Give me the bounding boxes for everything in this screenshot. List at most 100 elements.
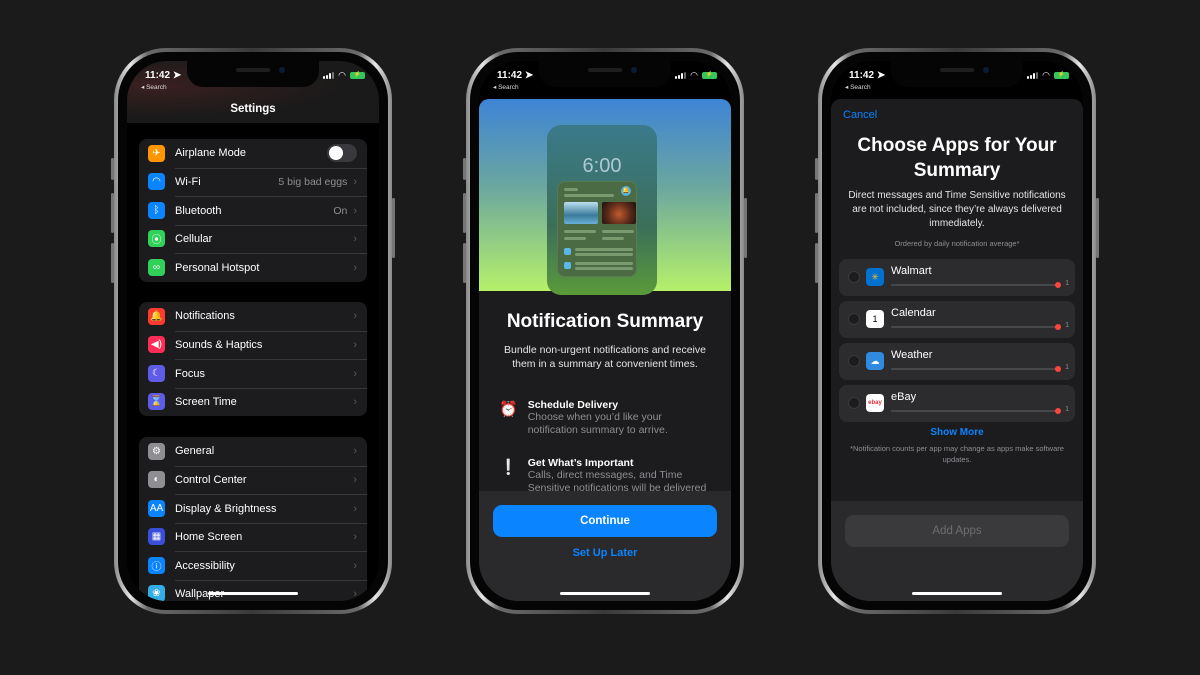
- settings-row-accessibility[interactable]: ⓘ Accessibility ›: [139, 551, 367, 580]
- notification-count: 1: [1065, 406, 1069, 413]
- settings-row-display-brightness[interactable]: AA Display & Brightness ›: [139, 494, 367, 523]
- bluetooth-icon: ᛒ: [148, 201, 165, 219]
- settings-row-value: On: [333, 204, 348, 217]
- hotspot-icon: ∞: [148, 258, 165, 276]
- feature-description: Choose when you’d like your notification…: [527, 411, 668, 436]
- location-icon: ➤: [524, 70, 534, 81]
- wifi-status-icon: ◠: [338, 70, 346, 80]
- count-dot: [1055, 366, 1061, 372]
- settings-row-sounds-haptics[interactable]: ◀) Sounds & Haptics ›: [139, 330, 367, 360]
- settings-row-airplane-mode[interactable]: ✈ Airplane Mode: [139, 139, 367, 168]
- phone-settings: Settings 11:42 ➤ ◂ Search ◠ ⚡ ✈ Airplane …: [111, 48, 395, 614]
- select-radio[interactable]: [848, 355, 860, 367]
- settings-row-label: Home Screen: [175, 531, 243, 544]
- action-area: Continue Set Up Later: [479, 491, 731, 601]
- stage: Settings 11:42 ➤ ◂ Search ◠ ⚡ ✈ Airplane …: [0, 0, 1200, 675]
- notification-summary-sheet: 6:00 🔔 Notification Summary Bundle non-u…: [479, 99, 731, 601]
- signal-icon: [675, 72, 687, 79]
- settings-row-control-center[interactable]: ◐ Control Center ›: [139, 465, 367, 495]
- phone-choose-apps: 11:42 ➤ ◂ Search ◠ ⚡ Cancel Choose Apps …: [815, 48, 1099, 614]
- settings-group-general: ⚙ General › ◐ Control Center › AA Display & Bri…: [139, 437, 367, 601]
- landscape-thumbnail: [564, 202, 598, 224]
- settings-row-focus[interactable]: ☾ Focus ›: [139, 359, 367, 388]
- control-center-icon: ◐: [148, 471, 165, 489]
- settings-row-label: Display & Brightness: [175, 502, 277, 515]
- settings-row-label: Focus: [175, 367, 205, 380]
- settings-row-label: Bluetooth: [175, 204, 222, 217]
- ordering-caption: Ordered by daily notification average*: [894, 239, 1020, 248]
- sheet-title: Notification Summary: [506, 311, 704, 332]
- settings-row-personal-hotspot[interactable]: ∞ Personal Hotspot ›: [139, 253, 367, 282]
- notification-count-bar: [891, 408, 1061, 414]
- chevron-right-icon: ›: [353, 396, 357, 409]
- app-row-ebay[interactable]: ebay eBay 1: [839, 385, 1075, 422]
- choose-apps-sheet: Cancel Choose Apps for Your Summary Dire…: [831, 99, 1083, 601]
- chevron-right-icon: ›: [353, 339, 357, 352]
- airplane-mode-toggle[interactable]: [327, 144, 357, 163]
- set-up-later-button[interactable]: Set Up Later: [479, 547, 731, 559]
- chevron-right-icon: ›: [353, 474, 357, 487]
- mockup-time: 6:00: [582, 155, 622, 177]
- cancel-button[interactable]: Cancel: [843, 109, 877, 121]
- settings-row-label: Wi-Fi: [175, 176, 201, 189]
- chevron-right-icon: ›: [353, 261, 357, 274]
- location-icon: ➤: [876, 70, 886, 81]
- show-more-button[interactable]: Show More: [831, 427, 1083, 438]
- app-name: Walmart: [891, 265, 932, 277]
- chevron-right-icon: ›: [353, 176, 357, 189]
- settings-group-connectivity: ✈ Airplane Mode ◠ Wi-Fi 5 big bad eggs › ᛒ Blue…: [139, 139, 367, 282]
- calendar-icon: 1: [866, 310, 884, 328]
- home-indicator[interactable]: [208, 592, 298, 595]
- home-indicator[interactable]: [912, 592, 1002, 595]
- settings-row-wallpaper[interactable]: ❀ Wallpaper ›: [139, 579, 367, 601]
- back-to-search-link[interactable]: ◂ Search: [493, 83, 519, 91]
- sounds-icon: ◀): [148, 336, 165, 354]
- alarm-clock-icon: ⏰: [499, 401, 518, 418]
- action-area: Add Apps: [831, 501, 1083, 601]
- settings-row-label: Screen Time: [175, 396, 237, 409]
- notification-count-bar: [891, 324, 1061, 330]
- battery-charging-icon: ⚡: [350, 72, 365, 79]
- app-row-calendar[interactable]: 1 Calendar 1: [839, 301, 1075, 338]
- page-title: Settings: [230, 103, 276, 115]
- sheet-title: Choose Apps for Your Summary: [857, 135, 1057, 181]
- settings-row-label: Personal Hotspot: [175, 261, 260, 274]
- settings-screen: Settings 11:42 ➤ ◂ Search ◠ ⚡ ✈ Airplane …: [127, 61, 379, 601]
- sheet-description: Bundle non-urgent notifications and rece…: [504, 344, 706, 370]
- app-row-weather[interactable]: ☁ Weather 1: [839, 343, 1075, 380]
- chevron-right-icon: ›: [353, 367, 357, 380]
- select-radio[interactable]: [848, 271, 860, 283]
- notch: [187, 61, 319, 87]
- location-icon: ➤: [172, 70, 182, 81]
- select-radio[interactable]: [848, 313, 860, 325]
- chevron-right-icon: ›: [353, 531, 357, 544]
- phone-notification-summary: 11:42 ➤ ◂ Search ◠ ⚡ 6:00 🔔 Notification…: [463, 48, 747, 614]
- settings-row-screen-time[interactable]: ⌛ Screen Time ›: [139, 387, 367, 417]
- moon-icon: ☾: [148, 364, 165, 382]
- app-name: Calendar: [891, 307, 936, 319]
- battery-charging-icon: ⚡: [1054, 72, 1069, 79]
- settings-row-home-screen[interactable]: ▦ Home Screen ›: [139, 522, 367, 552]
- settings-row-notifications[interactable]: 🔔 Notifications ›: [139, 302, 367, 331]
- bell-icon: 🔔: [621, 186, 631, 196]
- walmart-icon: ✳: [866, 268, 884, 286]
- back-to-search-link[interactable]: ◂ Search: [845, 83, 871, 91]
- settings-row-label: Sounds & Haptics: [175, 339, 263, 352]
- add-apps-button[interactable]: Add Apps: [845, 515, 1069, 547]
- settings-row-bluetooth[interactable]: ᛒ Bluetooth On ›: [139, 196, 367, 225]
- airplane-icon: ✈: [148, 144, 165, 162]
- home-indicator[interactable]: [560, 592, 650, 595]
- settings-row-wi-fi[interactable]: ◠ Wi-Fi 5 big bad eggs ›: [139, 167, 367, 197]
- battery-charging-icon: ⚡: [702, 72, 717, 79]
- app-row-walmart[interactable]: ✳ Walmart 1: [839, 259, 1075, 296]
- settings-row-general[interactable]: ⚙ General ›: [139, 437, 367, 466]
- settings-row-cellular[interactable]: ⦿ Cellular ›: [139, 224, 367, 254]
- feature-title: Schedule Delivery: [527, 399, 619, 411]
- settings-row-label: Accessibility: [175, 559, 235, 572]
- select-radio[interactable]: [848, 397, 860, 409]
- continue-button[interactable]: Continue: [493, 505, 717, 537]
- status-time: 11:42 ➤: [849, 70, 886, 81]
- gear-icon: ⚙: [148, 442, 165, 460]
- app-name: Weather: [891, 349, 933, 361]
- back-to-search-link[interactable]: ◂ Search: [141, 83, 167, 91]
